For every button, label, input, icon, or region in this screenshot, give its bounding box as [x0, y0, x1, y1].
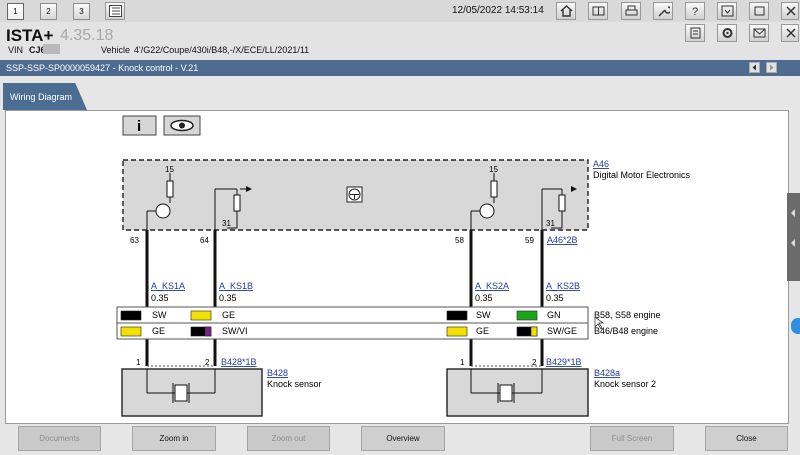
overview-button[interactable]: Overview	[361, 426, 445, 451]
wire-color-label: GE	[152, 326, 165, 336]
wire-name-link[interactable]: A_KS2B	[546, 281, 580, 291]
zoom-out-button[interactable]: Zoom out	[247, 426, 330, 451]
close-app-icon[interactable]	[781, 2, 799, 20]
app-title: ISTA+	[6, 26, 54, 45]
wire-color-label: SW	[476, 310, 491, 320]
wire-color-label: SW/VI	[222, 326, 248, 336]
wire-size: 0.35	[475, 293, 493, 303]
mail-icon[interactable]	[749, 24, 769, 42]
dme-pin-label: 58	[455, 236, 464, 245]
wire-color-stripe	[204, 326, 212, 337]
close-session-icon[interactable]	[781, 24, 799, 42]
wire-color-label: GE	[222, 310, 235, 320]
wire-name-link[interactable]: A_KS2A	[475, 281, 509, 291]
eye-button[interactable]	[163, 115, 201, 136]
dme-supply-label-2: 15	[489, 165, 498, 174]
sensor-pin-label: 1	[460, 358, 465, 367]
sensor-pin-label: 1	[136, 358, 141, 367]
engine-row-label: B46/B48 engine	[594, 326, 658, 336]
svg-text:i: i	[137, 118, 141, 135]
wire-color-swatch	[516, 310, 538, 321]
document-icon[interactable]	[685, 24, 705, 42]
vehicle-value: 4'/G22/Coupe/430i/B48,-/X/ECE/LL/2021/11	[134, 45, 310, 55]
info-button[interactable]: i	[122, 115, 157, 136]
sensor-id-link[interactable]: B428a	[594, 368, 620, 378]
view-tab-strip: Wiring Diagram	[0, 76, 800, 110]
close-button[interactable]: Close	[705, 426, 788, 451]
dme-pin-label: 63	[130, 236, 139, 245]
wire-name-link[interactable]: A_KS1B	[219, 281, 253, 291]
app-version: 4.35.18	[60, 27, 114, 44]
engine-row-label: B58, S58 engine	[594, 310, 661, 320]
dme-pin-label: 59	[525, 236, 534, 245]
wire-color-swatch	[446, 310, 468, 321]
sensor-name: Knock sensor 2	[594, 379, 656, 389]
list-icon[interactable]	[105, 2, 125, 20]
wire-color-label: SW	[152, 310, 167, 320]
tab-wiring-diagram-label: Wiring Diagram	[10, 92, 73, 102]
top-toolbar: 1 2 3 12/05/2022 14:53:14 ?	[0, 0, 800, 23]
wiring-diagram: i 15 31 15 31 A46 Digital Motor Electron…	[116, 115, 691, 417]
wire-color-label: GE	[476, 326, 489, 336]
vin-redaction	[43, 44, 60, 54]
dme-supply-label-1: 15	[165, 165, 174, 174]
vin-label: VIN	[8, 45, 24, 55]
session-tab-3[interactable]: 3	[73, 3, 90, 20]
vehicle-label: Vehicle	[101, 45, 131, 55]
dme-ground-label-1: 31	[222, 219, 231, 228]
knock-sensor-2	[446, 365, 589, 417]
dme-ground-label-2: 31	[546, 219, 555, 228]
settings-gear-icon[interactable]	[717, 24, 737, 42]
dme-connector-link[interactable]: A46*2B	[547, 235, 578, 245]
documents-button[interactable]: Documents	[18, 426, 101, 451]
wire-color-label: GN	[547, 310, 561, 320]
home-icon[interactable]	[556, 2, 576, 20]
wire-name-link[interactable]: A_KS1A	[151, 281, 185, 291]
previous-page-icon[interactable]	[749, 62, 760, 73]
vehicle-info-icon[interactable]	[588, 2, 608, 20]
side-panel-handle[interactable]	[787, 193, 800, 281]
wire-color-label: SW/GE	[547, 326, 577, 336]
wire-color-stripe	[530, 326, 538, 337]
wire-color-swatch	[446, 326, 468, 337]
wire-size: 0.35	[219, 293, 237, 303]
session-tab-1[interactable]: 1	[7, 3, 24, 20]
restore-window-icon[interactable]	[749, 2, 769, 20]
sensor-id-link[interactable]: B428	[267, 368, 288, 378]
tab-wiring-diagram[interactable]: Wiring Diagram	[3, 83, 87, 110]
full-screen-button[interactable]: Full Screen	[590, 426, 674, 451]
dme-id-link[interactable]: A46	[593, 159, 609, 169]
wrench-icon[interactable]	[653, 2, 673, 20]
wire-color-swatch	[190, 310, 212, 321]
wire-size: 0.35	[151, 293, 169, 303]
wire-color-swatch	[120, 326, 142, 337]
wire-color-swatch	[120, 310, 142, 321]
knock-sensor-1	[121, 365, 263, 417]
wiring-diagram-panel: i 15 31 15 31 A46 Digital Motor Electron…	[5, 110, 789, 424]
dme-name: Digital Motor Electronics	[593, 170, 691, 180]
datetime: 12/05/2022 14:53:14	[452, 5, 544, 16]
document-title-bar: SSP-SSP-SP0000059427 - Knock control - V…	[0, 60, 800, 76]
zoom-in-button[interactable]: Zoom in	[132, 426, 216, 451]
next-page-icon[interactable]	[766, 62, 777, 73]
dme-symbol-icon	[346, 186, 363, 203]
svg-text:?: ?	[692, 6, 698, 17]
app-header: ISTA+ 4.35.18 VIN CJ6 Vehicle 4'/G22/Cou…	[0, 22, 800, 60]
minimize-icon[interactable]	[717, 2, 737, 20]
assistant-bubble-icon[interactable]	[791, 318, 800, 334]
sensor-name: Knock sensor	[267, 379, 322, 389]
wire-size: 0.35	[546, 293, 564, 303]
dme-pin-label: 64	[200, 236, 209, 245]
print-icon[interactable]	[621, 2, 641, 20]
session-tab-2[interactable]: 2	[40, 3, 57, 20]
sensor-connector-link[interactable]: B429*1B	[546, 357, 582, 367]
document-title: SSP-SSP-SP0000059427 - Knock control - V…	[6, 63, 199, 73]
sensor-connector-link[interactable]: B428*1B	[221, 357, 257, 367]
help-icon[interactable]: ?	[685, 2, 705, 20]
